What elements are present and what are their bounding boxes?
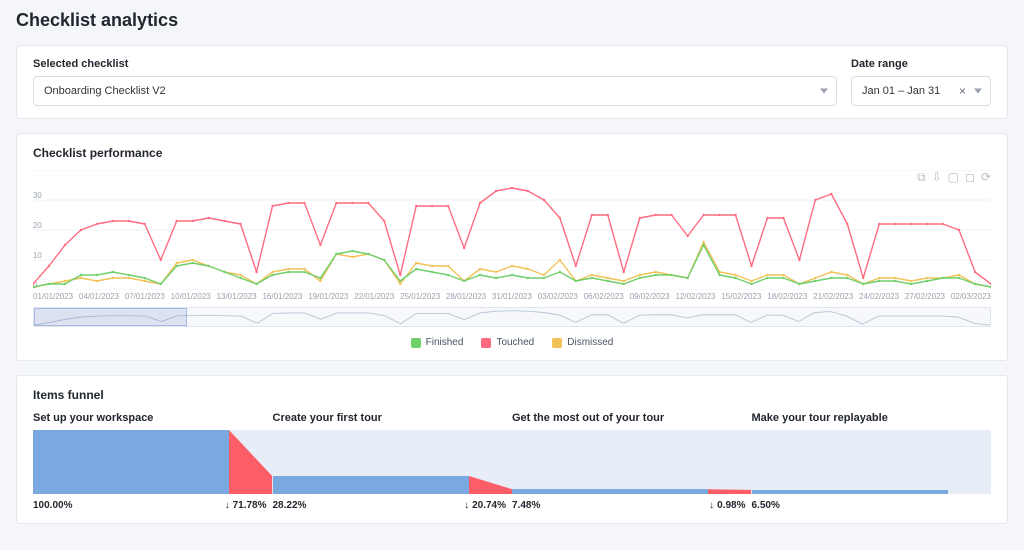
funnel-step-percent: 28.22%: [273, 500, 307, 511]
funnel-panel: Items funnel Set up your workspace 100.00…: [16, 375, 1008, 524]
legend-swatch: [481, 338, 491, 348]
xaxis-tick: 04/01/2023: [79, 292, 119, 301]
funnel-step-label: Make your tour replayable: [752, 412, 992, 424]
scrubber-selection[interactable]: [34, 308, 187, 326]
funnel-bar: [752, 430, 992, 494]
xaxis-tick: 09/02/2023: [630, 292, 670, 301]
funnel-step-percent: 7.48%: [512, 500, 540, 511]
xaxis-tick: 25/01/2023: [400, 292, 440, 301]
chart-scrubber[interactable]: [33, 307, 991, 327]
funnel-bar: [512, 430, 752, 494]
legend-touched[interactable]: Touched: [481, 337, 534, 348]
xaxis-tick: 18/02/2023: [767, 292, 807, 301]
svg-text:10: 10: [33, 251, 42, 260]
xaxis-tick: 16/01/2023: [262, 292, 302, 301]
funnel-step-percent: 6.50%: [752, 500, 780, 511]
xaxis-tick: 13/01/2023: [217, 292, 257, 301]
arrow-down-icon: ↓: [464, 500, 469, 511]
xaxis-tick: 07/01/2023: [125, 292, 165, 301]
funnel-step-label: Create your first tour: [273, 412, 513, 424]
funnel-step: Get the most out of your tour 7.48% ↓0.98%: [512, 412, 752, 511]
daterange-select-value: Jan 01 – Jan 31: [862, 85, 940, 97]
daterange-filter-label: Date range: [851, 58, 991, 70]
xaxis-tick: 21/02/2023: [813, 292, 853, 301]
xaxis-tick: 31/01/2023: [492, 292, 532, 301]
xaxis-tick: 01/01/2023: [33, 292, 73, 301]
page-title: Checklist analytics: [16, 10, 1008, 31]
xaxis-tick: 27/02/2023: [905, 292, 945, 301]
funnel-title: Items funnel: [33, 388, 991, 402]
xaxis-tick: 22/01/2023: [354, 292, 394, 301]
xaxis-tick: 10/01/2023: [171, 292, 211, 301]
checklist-filter-label: Selected checklist: [33, 58, 837, 70]
svg-text:30: 30: [33, 191, 42, 200]
performance-chart: 010203040 01/01/202304/01/202307/01/2023…: [33, 170, 991, 348]
xaxis-tick: 19/01/2023: [308, 292, 348, 301]
legend-swatch: [411, 338, 421, 348]
arrow-down-icon: ↓: [709, 500, 714, 511]
xaxis-tick: 28/01/2023: [446, 292, 486, 301]
funnel-step-percent: 100.00%: [33, 500, 72, 511]
funnel-step-label: Get the most out of your tour: [512, 412, 752, 424]
funnel-step: Set up your workspace 100.00% ↓71.78%: [33, 412, 273, 511]
performance-title: Checklist performance: [33, 146, 991, 160]
checklist-select[interactable]: Onboarding Checklist V2: [33, 76, 837, 106]
xaxis-tick: 24/02/2023: [859, 292, 899, 301]
funnel-step-label: Set up your workspace: [33, 412, 273, 424]
xaxis-tick: 02/03/2023: [951, 292, 991, 301]
legend-dismissed[interactable]: Dismissed: [552, 337, 613, 348]
funnel-bar: [33, 430, 273, 494]
funnel-step: Create your first tour 28.22% ↓20.74%: [273, 412, 513, 511]
filters-panel: Selected checklist Onboarding Checklist …: [16, 45, 1008, 119]
chevron-down-icon: [820, 89, 828, 94]
arrow-down-icon: ↓: [225, 500, 230, 511]
legend-swatch: [552, 338, 562, 348]
close-icon[interactable]: ×: [959, 84, 966, 98]
xaxis-ticks: 01/01/2023 04/01/2023 07/01/2023 10/01/2023…: [33, 292, 991, 301]
funnel-step: Make your tour replayable 6.50%: [752, 412, 992, 511]
legend-finished[interactable]: Finished: [411, 337, 464, 348]
chart-legend: Finished Touched Dismissed: [33, 337, 991, 348]
funnel-bar: [273, 430, 513, 494]
funnel-step-drop: ↓71.78%: [225, 500, 267, 511]
funnel-step-drop: ↓20.74%: [464, 500, 506, 511]
xaxis-tick: 06/02/2023: [584, 292, 624, 301]
chevron-down-icon: [974, 89, 982, 94]
xaxis-tick: 12/02/2023: [675, 292, 715, 301]
xaxis-tick: 15/02/2023: [721, 292, 761, 301]
checklist-select-value: Onboarding Checklist V2: [44, 85, 166, 97]
performance-panel: Checklist performance ⧉ ⇩ ▢ ◻ ⟳ 01020304…: [16, 133, 1008, 361]
xaxis-tick: 03/02/2023: [538, 292, 578, 301]
funnel-step-drop: ↓0.98%: [709, 500, 745, 511]
svg-text:20: 20: [33, 221, 42, 230]
funnel-row: Set up your workspace 100.00% ↓71.78% Creat…: [33, 412, 991, 511]
daterange-select[interactable]: Jan 01 – Jan 31 ×: [851, 76, 991, 106]
